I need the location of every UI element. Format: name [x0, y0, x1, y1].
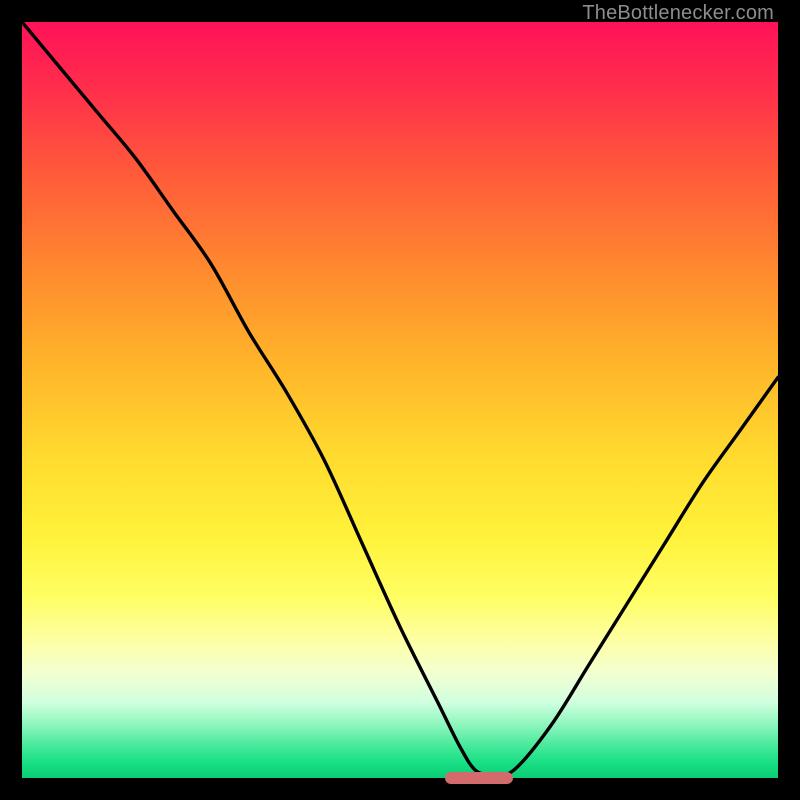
curve-path: [22, 22, 778, 775]
plot-area: [22, 22, 778, 778]
optimal-range-marker: [445, 772, 513, 784]
chart-frame: TheBottlenecker.com: [0, 0, 800, 800]
watermark-text: TheBottlenecker.com: [582, 2, 774, 25]
bottleneck-curve: [22, 22, 778, 778]
